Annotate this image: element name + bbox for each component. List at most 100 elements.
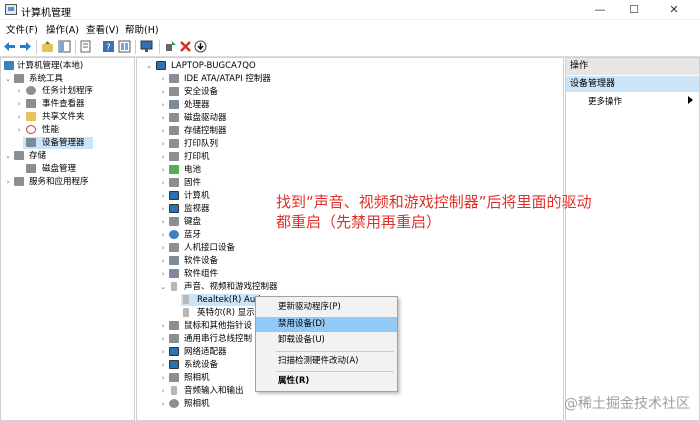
menu-properties[interactable]: 属性(R) — [256, 374, 397, 389]
menu-help[interactable]: 帮助(H) — [125, 22, 159, 36]
chevron-right-icon[interactable]: › — [4, 176, 12, 188]
chevron-right-icon[interactable]: › — [159, 86, 167, 98]
properties-icon[interactable] — [79, 40, 92, 53]
maximize-button[interactable]: ☐ — [620, 0, 648, 20]
actions-panel: 操作 设备管理器 更多操作 — [565, 57, 700, 421]
title-bar: 计算机管理 — ☐ ✕ — [0, 0, 700, 20]
actions-title: 操作 — [566, 58, 699, 75]
chevron-right-icon[interactable]: › — [159, 346, 167, 358]
ide-controller-icon — [169, 74, 179, 83]
clock-icon — [26, 86, 36, 95]
back-arrow-icon[interactable] — [3, 40, 16, 53]
computer-icon — [156, 61, 166, 70]
uninstall-x-icon[interactable] — [179, 40, 192, 53]
chevron-right-icon[interactable]: › — [159, 177, 167, 189]
hid-icon — [169, 243, 179, 252]
show-tree-icon[interactable] — [58, 40, 71, 53]
chevron-right-icon[interactable]: › — [159, 112, 167, 124]
menu-update-driver[interactable]: 更新驱动程序(P) — [256, 300, 397, 315]
audio-io-icon — [171, 386, 177, 395]
chevron-right-icon[interactable] — [688, 96, 693, 104]
performance-icon — [26, 125, 36, 134]
tree-item-device-manager[interactable]: 设备管理器 — [23, 137, 93, 149]
chevron-down-icon[interactable]: ⌄ — [159, 281, 167, 293]
chevron-down-icon[interactable]: ⌄ — [4, 73, 12, 85]
monitor-icon — [169, 204, 179, 213]
annotation-line-1: 找到“声音、视频和游戏控制器”后将里面的驱动 — [276, 193, 592, 211]
processor-icon — [169, 100, 179, 109]
enable-device-icon[interactable] — [164, 40, 177, 53]
monitor-icon[interactable] — [140, 40, 153, 53]
camera-icon — [169, 399, 179, 408]
device-realtek-audio[interactable]: Realtek(R) Aud — [181, 294, 261, 306]
actions-section-device-manager[interactable]: 设备管理器 — [566, 76, 699, 92]
chevron-right-icon[interactable]: › — [159, 203, 167, 215]
mouse-icon — [169, 321, 179, 330]
menu-disable-device[interactable]: 禁用设备(D) — [256, 317, 397, 332]
more-actions-link[interactable]: 更多操作 — [588, 95, 622, 107]
chevron-right-icon[interactable]: › — [159, 359, 167, 371]
speaker-icon — [171, 282, 177, 291]
storage-icon — [14, 151, 24, 160]
chevron-right-icon[interactable]: › — [159, 385, 167, 397]
folder-icon — [26, 112, 36, 121]
chevron-right-icon[interactable]: › — [159, 190, 167, 202]
update-driver-icon[interactable] — [194, 40, 207, 53]
minimize-button[interactable]: — — [586, 0, 614, 20]
keyboard-icon — [169, 217, 179, 226]
computer-management-icon — [4, 61, 14, 70]
chevron-right-icon[interactable]: › — [159, 268, 167, 280]
watermark: @稀土掘金技术社区 — [564, 396, 690, 412]
toolbar: ? — [0, 37, 700, 57]
chevron-right-icon[interactable]: › — [159, 372, 167, 384]
bluetooth-icon — [169, 230, 179, 239]
chevron-right-icon[interactable]: › — [15, 124, 23, 136]
storage-controller-icon — [169, 126, 179, 135]
menu-file[interactable]: 文件(F) — [6, 22, 38, 36]
chevron-right-icon[interactable]: › — [159, 164, 167, 176]
chevron-right-icon[interactable]: › — [15, 98, 23, 110]
context-menu: 更新驱动程序(P) 禁用设备(D) 卸载设备(U) 扫描检测硬件改动(A) 属性… — [255, 296, 398, 392]
close-button[interactable]: ✕ — [660, 0, 688, 20]
event-viewer-icon — [26, 99, 36, 108]
network-adapter-icon — [169, 347, 179, 356]
chevron-right-icon[interactable]: › — [159, 216, 167, 228]
chevron-right-icon[interactable]: › — [15, 111, 23, 123]
system-device-icon — [169, 360, 179, 369]
chevron-right-icon[interactable]: › — [159, 125, 167, 137]
console-tree-panel: 计算机管理(本地) ⌄ 系统工具 › 任务计划程序 › 事件查看器 › 共享文件… — [0, 57, 135, 421]
disk-drive-icon — [169, 113, 179, 122]
help-icon[interactable]: ? — [102, 40, 115, 53]
printer-icon — [169, 152, 179, 161]
chevron-right-icon[interactable]: › — [159, 398, 167, 410]
computer-icon — [169, 191, 179, 200]
forward-arrow-icon[interactable] — [19, 40, 32, 53]
menu-uninstall-device[interactable]: 卸载设备(U) — [256, 333, 397, 348]
chevron-right-icon[interactable]: › — [159, 333, 167, 345]
chevron-right-icon[interactable]: › — [159, 255, 167, 267]
menu-scan-hardware[interactable]: 扫描检测硬件改动(A) — [256, 354, 397, 369]
chevron-right-icon[interactable]: › — [159, 73, 167, 85]
menu-view[interactable]: 查看(V) — [86, 22, 119, 36]
usb-icon — [169, 334, 179, 343]
chevron-right-icon[interactable]: › — [159, 320, 167, 332]
menu-action[interactable]: 操作(A) — [46, 22, 79, 36]
disk-icon — [26, 164, 36, 173]
chevron-down-icon[interactable]: ⌄ — [4, 150, 12, 162]
camera-icon — [169, 373, 179, 382]
chevron-right-icon[interactable]: › — [159, 99, 167, 111]
up-folder-icon[interactable] — [41, 40, 54, 53]
chevron-right-icon[interactable]: › — [159, 229, 167, 241]
svg-text:?: ? — [106, 43, 111, 53]
chevron-down-icon[interactable]: ⌄ — [145, 60, 153, 72]
view-icon[interactable] — [118, 40, 131, 53]
tools-icon — [14, 74, 24, 83]
chevron-right-icon[interactable]: › — [159, 242, 167, 254]
chevron-right-icon[interactable]: › — [159, 151, 167, 163]
chevron-right-icon[interactable]: › — [15, 85, 23, 97]
security-device-icon — [169, 87, 179, 96]
software-component-icon — [169, 269, 179, 278]
chevron-right-icon[interactable]: › — [159, 138, 167, 150]
battery-icon — [169, 165, 179, 174]
software-device-icon — [169, 256, 179, 265]
